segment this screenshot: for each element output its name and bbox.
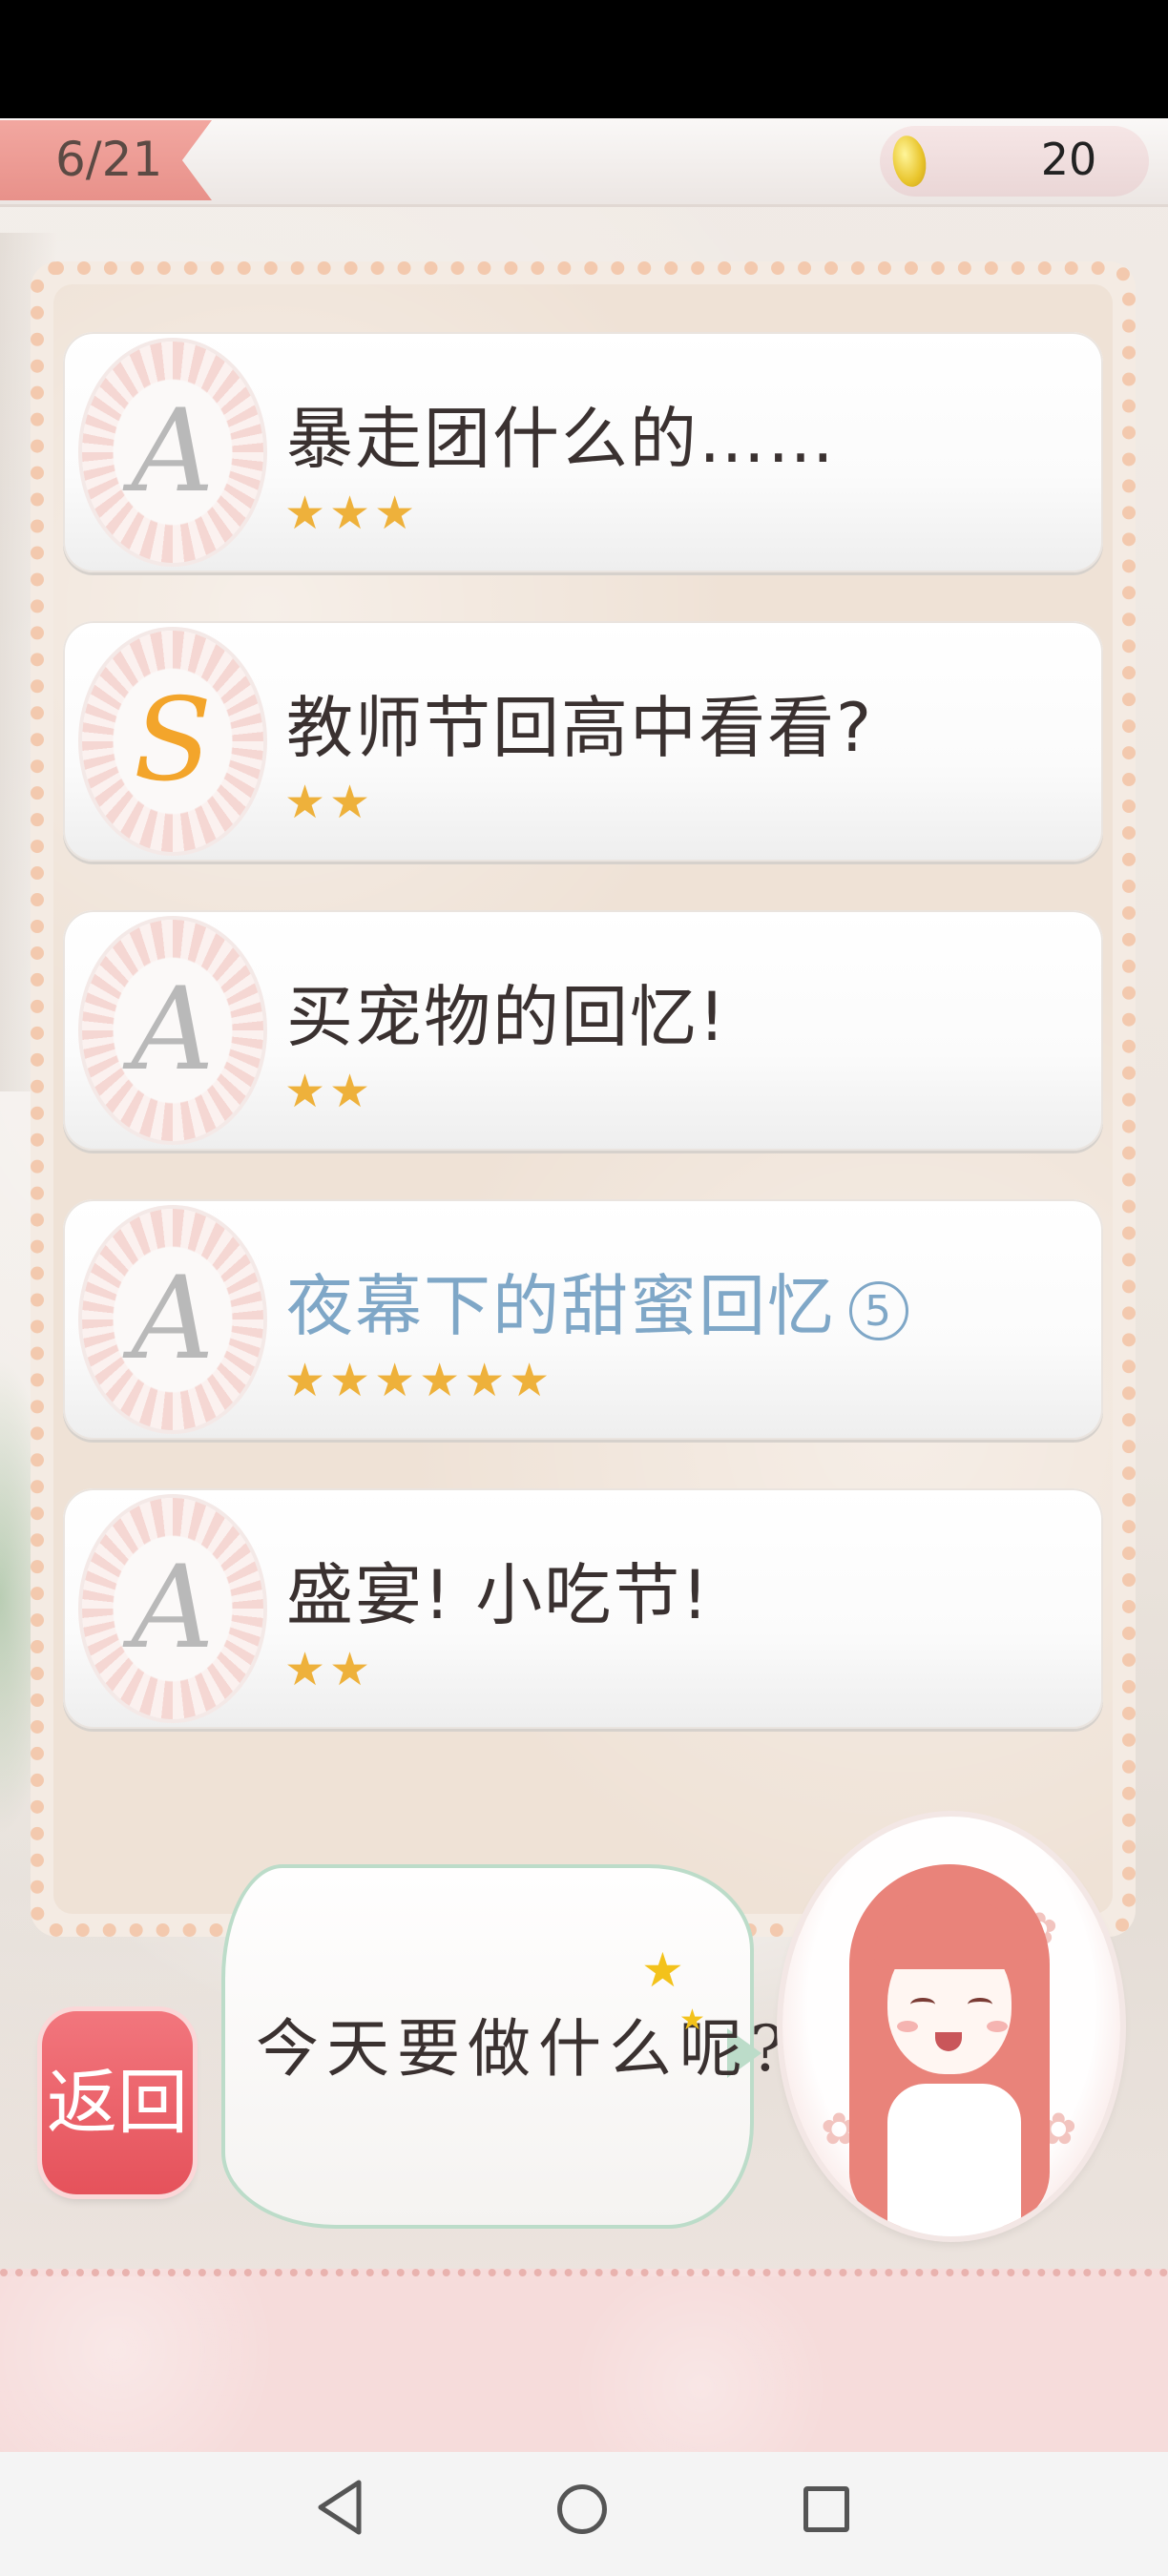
character-eye — [910, 1998, 935, 2011]
sparkle-icon: ★ — [679, 2004, 705, 2037]
rank-letter: A — [131, 964, 215, 1096]
top-bar: 6/21 20 — [0, 118, 1168, 207]
back-button[interactable]: 返回 — [42, 2011, 193, 2194]
rank-letter: S — [133, 675, 213, 807]
quest-item[interactable]: A 盛宴! 小吃节! ★★ — [63, 1488, 1103, 1729]
quest-title: 教师节回高中看看? — [286, 689, 874, 767]
character-blush — [897, 2021, 918, 2032]
game-screen: 6/21 20 A 暴走团什么的…… ★★★ S 教师节回高中看看? ★★ A … — [0, 118, 1168, 2452]
status-bar — [0, 0, 1168, 118]
sparkle-icon: ★ — [641, 1942, 684, 1998]
quest-title: 夜幕下的甜蜜回忆 5 — [286, 1253, 908, 1349]
character-bangs — [874, 1902, 1027, 1969]
system-nav-bar — [0, 2452, 1168, 2576]
rank-letter: A — [131, 1253, 215, 1385]
rank-letter: A — [131, 385, 215, 518]
back-button-label: 返回 — [47, 2062, 188, 2144]
quest-title-text: 夜幕下的甜蜜回忆 — [286, 1267, 836, 1345]
rank-a-icon: A — [82, 920, 263, 1141]
quest-item[interactable]: S 教师节回高中看看? ★★ — [63, 621, 1103, 862]
quest-item[interactable]: A 夜幕下的甜蜜回忆 5 ★★★★★★ — [63, 1199, 1103, 1440]
bottom-decoration-strip — [0, 2269, 1168, 2452]
quest-title: 买宠物的回忆! — [286, 978, 728, 1056]
rank-a-icon: A — [82, 1498, 263, 1719]
quest-title: 盛宴! 小吃节! — [286, 1556, 711, 1634]
character-blush — [987, 2021, 1008, 2032]
rank-a-icon: A — [82, 342, 263, 563]
triangle-back-icon[interactable] — [315, 2479, 365, 2536]
quest-item[interactable]: A 暴走团什么的…… ★★★ — [63, 332, 1103, 572]
character-eye — [968, 1998, 992, 2011]
coin-value: 20 — [1040, 134, 1097, 185]
star-rating: ★★★★★★ — [284, 1354, 554, 1407]
rank-letter: A — [131, 1542, 215, 1674]
rank-s-icon: S — [82, 631, 263, 852]
episode-badge: 5 — [849, 1280, 908, 1340]
star-rating: ★★★ — [284, 487, 420, 540]
quest-title: 暴走团什么的…… — [286, 400, 836, 478]
square-recent-icon[interactable] — [803, 2486, 849, 2532]
rank-a-icon: A — [82, 1209, 263, 1430]
character-body — [887, 2084, 1021, 2236]
character-portrait[interactable]: ✿ ✿ ✿ — [782, 1817, 1120, 2236]
progress-counter: 6/21 — [55, 132, 163, 187]
star-rating: ★★ — [284, 776, 375, 829]
star-rating: ★★ — [284, 1065, 375, 1118]
star-rating: ★★ — [284, 1643, 375, 1696]
speech-text: 今天要做什么呢? — [256, 2012, 792, 2086]
quest-item[interactable]: A 买宠物的回忆! ★★ — [63, 910, 1103, 1151]
circle-home-icon[interactable] — [557, 2484, 607, 2534]
